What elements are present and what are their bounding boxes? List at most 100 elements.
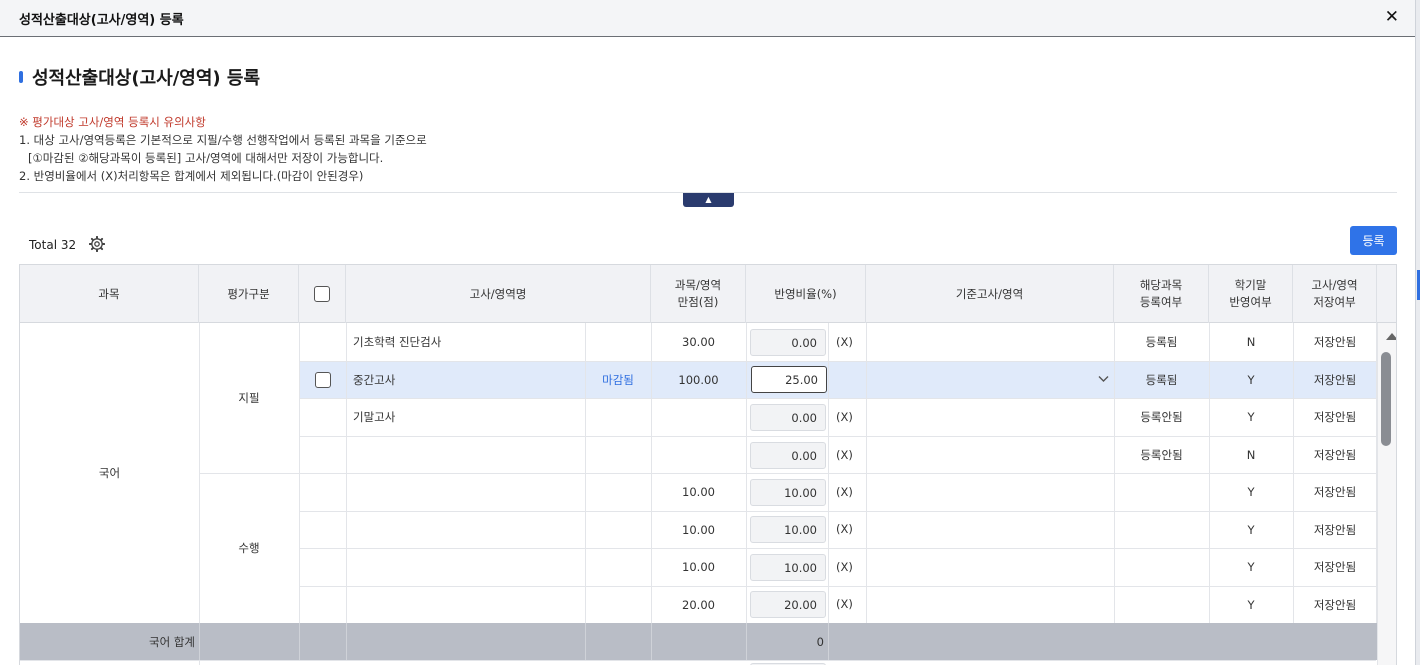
exclude-toggle[interactable]: (X) [836,522,853,536]
subtotal-col-line [199,623,200,660]
subtotal-col-line [299,623,300,660]
notice-line-2: 2. 반영비율에서 (X)처리항목은 합계에서 제외됩니다.(마감이 안된경우) [19,169,364,183]
subtotal-row: 국어 합계 0 [20,623,1377,660]
ratio-input[interactable]: 0.00 [750,442,826,469]
exam-grid: 과목 평가구분 고사/영역명 과목/영역 만점(점) 반영비율(%) 기준고사/영… [19,264,1397,665]
registered-cell: 등록됨 [1145,372,1178,387]
notice-line-1b: [①마감된 ②해당과목이 등록된] 고사/영역에 대해서만 저장이 가능합니다. [28,151,384,165]
full-score-cell: 10.00 [682,485,715,499]
page-title-text: 성적산출대상(고사/영역) 등록 [32,68,261,89]
notice-block: ※ 평가대상 고사/영역 등록시 유의사항 1. 대상 고사/영역등록은 기본적… [19,113,427,185]
scrollbar-thumb[interactable] [1381,352,1391,446]
header-full-score-line2: 만점(점) [677,295,719,309]
modal-dialog: 성적산출대상(고사/영역) 등록 ✕ 성적산출대상(고사/영역) 등록 ※ 평가… [0,0,1416,665]
row-checkbox[interactable] [314,371,331,388]
full-score-cell: 10.00 [682,560,715,574]
saved-cell: 저장안됨 [1313,447,1357,462]
grid-row-line [199,473,1376,474]
subtotal-col-line [651,623,652,660]
eval-type-performance: 수행 [238,541,260,555]
exam-name-cell: 기말고사 [353,410,396,424]
subtotal-col-line [346,623,347,660]
registered-cell: 등록안됨 [1140,410,1183,424]
full-score-cell: 20.00 [682,597,715,612]
closed-status-badge: 마감됨 [602,372,634,387]
ratio-input[interactable]: 25.00 [751,366,827,393]
eval-type-written: 지필 [238,391,260,405]
exclude-toggle[interactable]: (X) [836,485,853,499]
header-ratio: 반영비율(%) [746,265,866,323]
header-term-end-line1: 학기말 [1234,278,1267,292]
exclude-toggle[interactable]: (X) [836,410,853,424]
register-button[interactable]: 등록 [1350,226,1397,255]
full-score-cell: 10.00 [682,522,715,537]
notice-line-1: 1. 대상 고사/영역등록은 기본적으로 지필/수행 선행작업에서 등록된 과목… [19,133,427,147]
saved-cell: 저장안됨 [1313,560,1357,574]
saved-cell: 저장안됨 [1313,372,1357,387]
term-end-cell: N [1246,447,1256,462]
header-registered: 해당과목등록여부 [1114,265,1209,323]
header-term-end-line2: 반영여부 [1229,295,1272,309]
exclude-toggle[interactable]: (X) [836,560,853,574]
ratio-input[interactable]: 20.00 [750,591,826,618]
close-icon[interactable]: ✕ [1385,9,1399,26]
registered-cell: 등록안됨 [1140,447,1183,462]
subtotal-label: 국어 합계 [149,634,195,649]
ratio-input[interactable]: 0.00 [750,404,826,431]
row-checkbox-cell [299,361,346,398]
grid-col-line [199,661,200,665]
subject-cell: 국어 [98,466,121,480]
ratio-input[interactable]: 0.00 [750,329,826,356]
modal-title: 성적산출대상(고사/영역) 등록 [19,12,184,28]
header-saved: 고사/영역저장여부 [1293,265,1377,323]
saved-cell: 저장안됨 [1313,335,1357,349]
exam-name-cell: 기초학력 진단검사 [353,335,442,349]
registered-cell: 등록됨 [1145,335,1178,349]
term-end-cell: Y [1247,410,1255,424]
collapse-toggle-button[interactable]: ▲ [683,193,734,207]
subtotal-value: 0 [816,634,824,649]
header-checkbox-cell [299,265,346,323]
ratio-input[interactable]: 10.00 [750,479,826,506]
saved-cell: 저장안됨 [1313,522,1357,537]
header-eval-type: 평가구분 [199,265,299,323]
notice-heading: ※ 평가대상 고사/영역 등록시 유의사항 [19,115,206,129]
header-term-end: 학기말반영여부 [1209,265,1293,323]
subtotal-col-line [585,623,586,660]
header-subject: 과목 [20,265,199,323]
select-all-checkbox[interactable] [314,286,330,302]
scroll-up-arrow-icon[interactable] [1386,333,1396,340]
subtotal-col-line [828,623,829,660]
page-title: 성적산출대상(고사/영역) 등록 [19,64,260,90]
saved-cell: 저장안됨 [1313,597,1357,612]
exclude-toggle[interactable]: (X) [836,597,853,611]
full-score-cell: 100.00 [678,372,719,387]
full-score-cell: 30.00 [682,335,715,349]
grid-row-line [20,660,1376,661]
exclude-toggle[interactable]: (X) [836,335,853,349]
modal-titlebar: 성적산출대상(고사/영역) 등록 [0,0,1415,37]
title-accent-bar [19,71,23,83]
header-exam-name: 고사/영역명 [346,265,651,323]
term-end-cell: Y [1247,372,1255,387]
term-end-cell: Y [1247,522,1255,537]
exclude-toggle[interactable]: (X) [836,448,853,462]
saved-cell: 저장안됨 [1313,485,1357,499]
term-end-cell: Y [1247,485,1255,499]
gear-icon[interactable] [89,236,105,252]
header-saved-line1: 고사/영역 [1311,278,1358,292]
header-registered-line2: 등록여부 [1139,295,1183,309]
term-end-cell: N [1246,335,1256,349]
header-full-score: 과목/영역만점(점) [651,265,746,323]
term-end-cell: Y [1247,560,1255,574]
term-end-cell: Y [1247,597,1255,612]
header-saved-line2: 저장여부 [1313,295,1356,309]
chevron-down-icon[interactable] [1098,375,1109,383]
exam-name-cell: 중간고사 [353,372,396,387]
header-registered-line1: 해당과목 [1139,278,1183,292]
total-count: Total 32 [29,238,77,252]
header-full-score-line1: 과목/영역 [674,278,722,292]
saved-cell: 저장안됨 [1313,410,1357,424]
ratio-input[interactable]: 10.00 [750,516,826,543]
ratio-input[interactable]: 10.00 [750,554,826,581]
